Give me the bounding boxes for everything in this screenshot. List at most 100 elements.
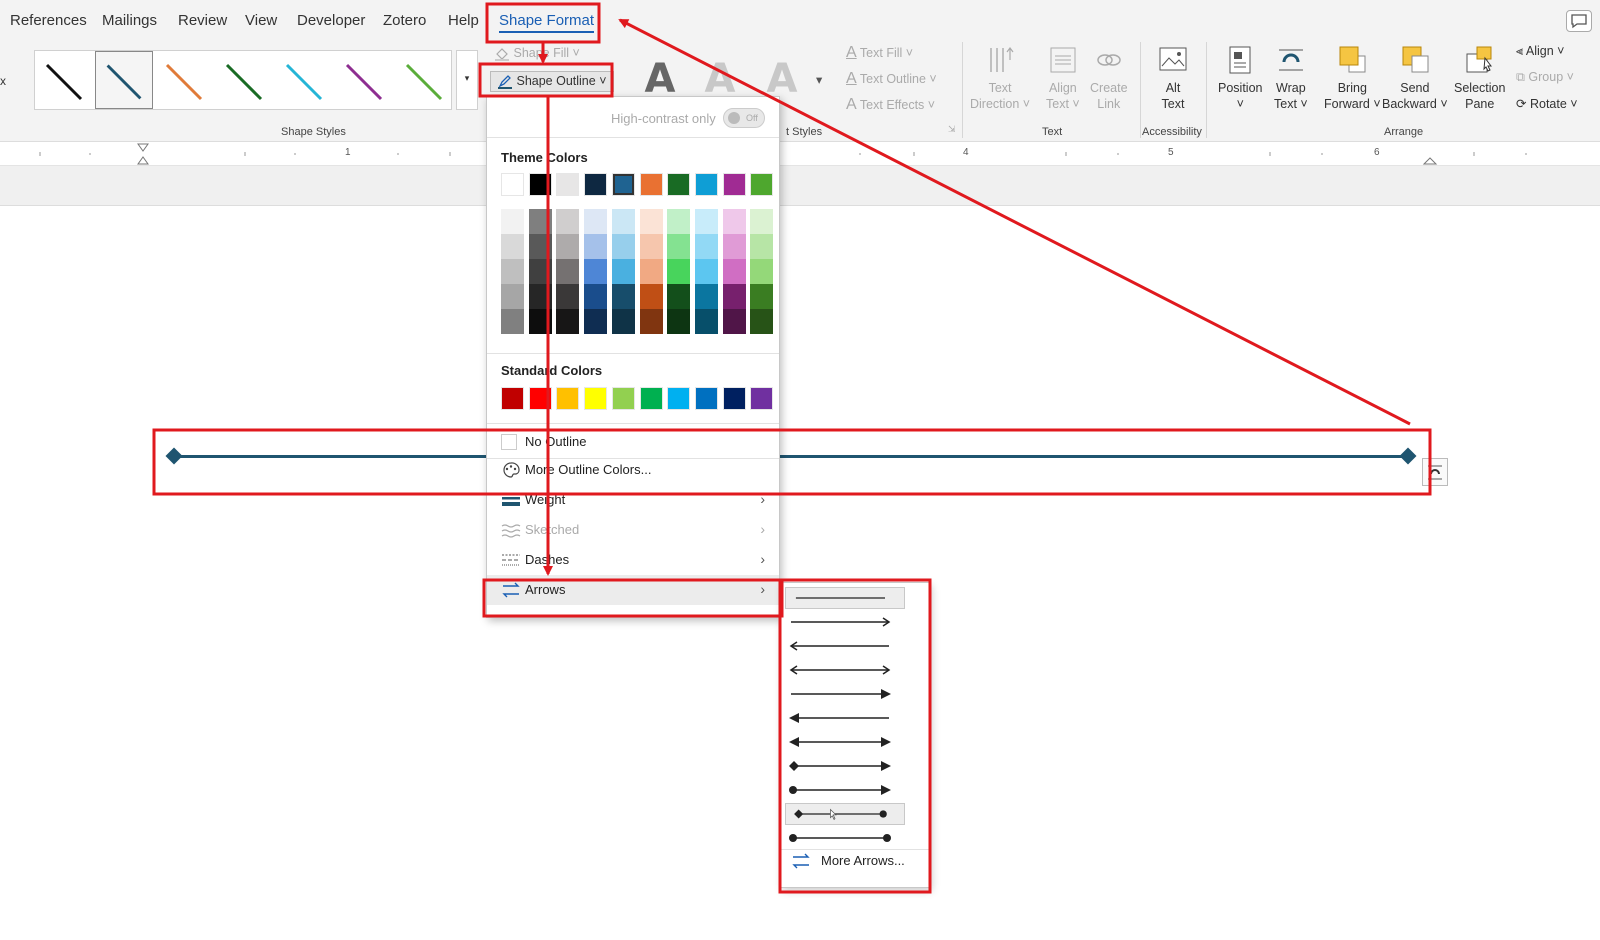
weight-item[interactable]: Weight › xyxy=(487,485,779,515)
theme-shade-swatch[interactable] xyxy=(501,309,524,334)
theme-shade-swatch[interactable] xyxy=(750,309,774,334)
line-style-cyan[interactable] xyxy=(275,51,333,109)
dashes-item[interactable]: Dashes › xyxy=(487,545,779,575)
theme-shade-swatch[interactable] xyxy=(528,259,552,284)
theme-shade-swatch[interactable] xyxy=(667,259,691,284)
theme-shade-swatch[interactable] xyxy=(584,309,608,334)
shape-outline-button[interactable]: Shape Outline ˅ xyxy=(490,71,614,92)
tab-review[interactable]: Review xyxy=(178,12,227,29)
wordart-more-button[interactable]: ▾ xyxy=(816,72,822,87)
line-style-green[interactable] xyxy=(215,51,273,109)
theme-shade-swatch[interactable] xyxy=(722,284,746,309)
theme-shade-swatch[interactable] xyxy=(611,259,635,284)
theme-shade-swatch[interactable] xyxy=(556,309,580,334)
theme-shade-swatch[interactable] xyxy=(584,234,608,259)
gallery-more-button[interactable]: ▾ xyxy=(456,50,478,110)
theme-shade-swatch[interactable] xyxy=(584,209,608,234)
tab-view[interactable]: View xyxy=(245,12,277,29)
standard-color-swatch[interactable] xyxy=(639,387,663,410)
arrow-style-diamond-oval[interactable] xyxy=(785,803,905,825)
theme-shade-swatch[interactable] xyxy=(528,209,552,234)
rotate-button[interactable]: ⟳ Rotate ˅ xyxy=(1516,96,1578,111)
theme-shade-swatch[interactable] xyxy=(694,284,718,309)
align-text-button[interactable]: Align Text ˅ xyxy=(1046,44,1080,112)
arrow-style-end-solid[interactable] xyxy=(785,683,905,705)
text-effects-button[interactable]: A Text Effects ˅ xyxy=(846,96,935,114)
theme-color-swatch[interactable] xyxy=(611,173,635,196)
theme-shade-swatch[interactable] xyxy=(667,209,691,234)
theme-color-swatch[interactable] xyxy=(750,173,774,196)
theme-shade-swatch[interactable] xyxy=(584,259,608,284)
arrow-style-none[interactable] xyxy=(785,587,905,609)
theme-shade-swatch[interactable] xyxy=(694,309,718,334)
theme-color-swatch[interactable] xyxy=(722,173,746,196)
theme-shade-swatch[interactable] xyxy=(556,259,580,284)
theme-shade-swatch[interactable] xyxy=(694,209,718,234)
more-outline-colors-item[interactable]: More Outline Colors... xyxy=(487,455,779,485)
theme-shade-swatch[interactable] xyxy=(556,284,580,309)
theme-shade-swatch[interactable] xyxy=(639,284,663,309)
line-style-teal-selected[interactable] xyxy=(95,51,153,109)
shape-fill-button[interactable]: Shape Fill ˅ xyxy=(494,46,580,61)
theme-shade-swatch[interactable] xyxy=(750,259,774,284)
theme-shade-swatch[interactable] xyxy=(528,309,552,334)
arrow-style-diamond-solid[interactable] xyxy=(785,755,905,777)
high-contrast-toggle[interactable]: Off xyxy=(723,108,765,128)
theme-shade-swatch[interactable] xyxy=(722,209,746,234)
theme-shade-swatch[interactable] xyxy=(556,209,580,234)
theme-shade-swatch[interactable] xyxy=(722,309,746,334)
text-fill-button[interactable]: A Text Fill ˅ xyxy=(846,44,913,62)
arrow-style-both-solid[interactable] xyxy=(785,731,905,753)
standard-color-swatch[interactable] xyxy=(556,387,580,410)
line-end-handle[interactable] xyxy=(1399,447,1417,465)
theme-shade-swatch[interactable] xyxy=(501,209,524,234)
sketched-item[interactable]: Sketched › xyxy=(487,515,779,545)
theme-shade-swatch[interactable] xyxy=(611,209,635,234)
theme-shade-swatch[interactable] xyxy=(639,309,663,334)
selection-pane-button[interactable]: Selection Pane xyxy=(1454,44,1505,112)
theme-shade-swatch[interactable] xyxy=(556,234,580,259)
theme-color-swatch[interactable] xyxy=(667,173,691,196)
arrow-style-end-open[interactable] xyxy=(785,611,905,633)
line-style-black[interactable] xyxy=(35,51,93,109)
theme-shade-swatch[interactable] xyxy=(639,234,663,259)
theme-shade-swatch[interactable] xyxy=(501,259,524,284)
standard-color-swatch[interactable] xyxy=(584,387,608,410)
comments-button[interactable] xyxy=(1566,10,1592,32)
group-button[interactable]: ⧉ Group ˅ xyxy=(1516,70,1574,85)
theme-shade-swatch[interactable] xyxy=(501,234,524,259)
theme-shade-swatch[interactable] xyxy=(639,259,663,284)
theme-shade-swatch[interactable] xyxy=(750,284,774,309)
create-link-button[interactable]: Create Link xyxy=(1090,44,1128,112)
theme-shade-swatch[interactable] xyxy=(611,309,635,334)
no-outline-item[interactable]: No Outline xyxy=(487,427,779,457)
arrow-style-start-solid[interactable] xyxy=(785,707,905,729)
arrow-style-start-open[interactable] xyxy=(785,635,905,657)
theme-shade-swatch[interactable] xyxy=(667,234,691,259)
theme-color-swatch[interactable] xyxy=(694,173,718,196)
line-style-lightgreen[interactable] xyxy=(395,51,453,109)
theme-shade-swatch[interactable] xyxy=(722,234,746,259)
selected-line-shape[interactable] xyxy=(172,455,1408,458)
theme-shade-swatch[interactable] xyxy=(528,284,552,309)
align-button[interactable]: ⫷ Align ˅ xyxy=(1516,44,1564,59)
tab-zotero[interactable]: Zotero xyxy=(383,12,426,29)
theme-shade-swatch[interactable] xyxy=(667,284,691,309)
bring-forward-button[interactable]: Bring Forward ˅ xyxy=(1324,44,1381,112)
standard-color-swatch[interactable] xyxy=(722,387,746,410)
theme-shade-swatch[interactable] xyxy=(694,259,718,284)
text-outline-button[interactable]: A Text Outline ˅ xyxy=(846,70,937,88)
tab-mailings[interactable]: Mailings xyxy=(102,12,157,29)
arrow-style-both-open[interactable] xyxy=(785,659,905,681)
arrows-item[interactable]: Arrows › xyxy=(487,575,779,605)
line-style-purple[interactable] xyxy=(335,51,393,109)
theme-color-swatch[interactable] xyxy=(584,173,608,196)
standard-color-swatch[interactable] xyxy=(667,387,691,410)
send-backward-button[interactable]: Send Backward ˅ xyxy=(1382,44,1448,112)
line-style-orange[interactable] xyxy=(155,51,213,109)
theme-shade-swatch[interactable] xyxy=(750,234,774,259)
theme-color-swatch[interactable] xyxy=(501,173,524,196)
horizontal-ruler[interactable]: 1 4 5 6 xyxy=(0,142,1600,166)
tab-help[interactable]: Help xyxy=(448,12,479,29)
theme-shade-swatch[interactable] xyxy=(584,284,608,309)
